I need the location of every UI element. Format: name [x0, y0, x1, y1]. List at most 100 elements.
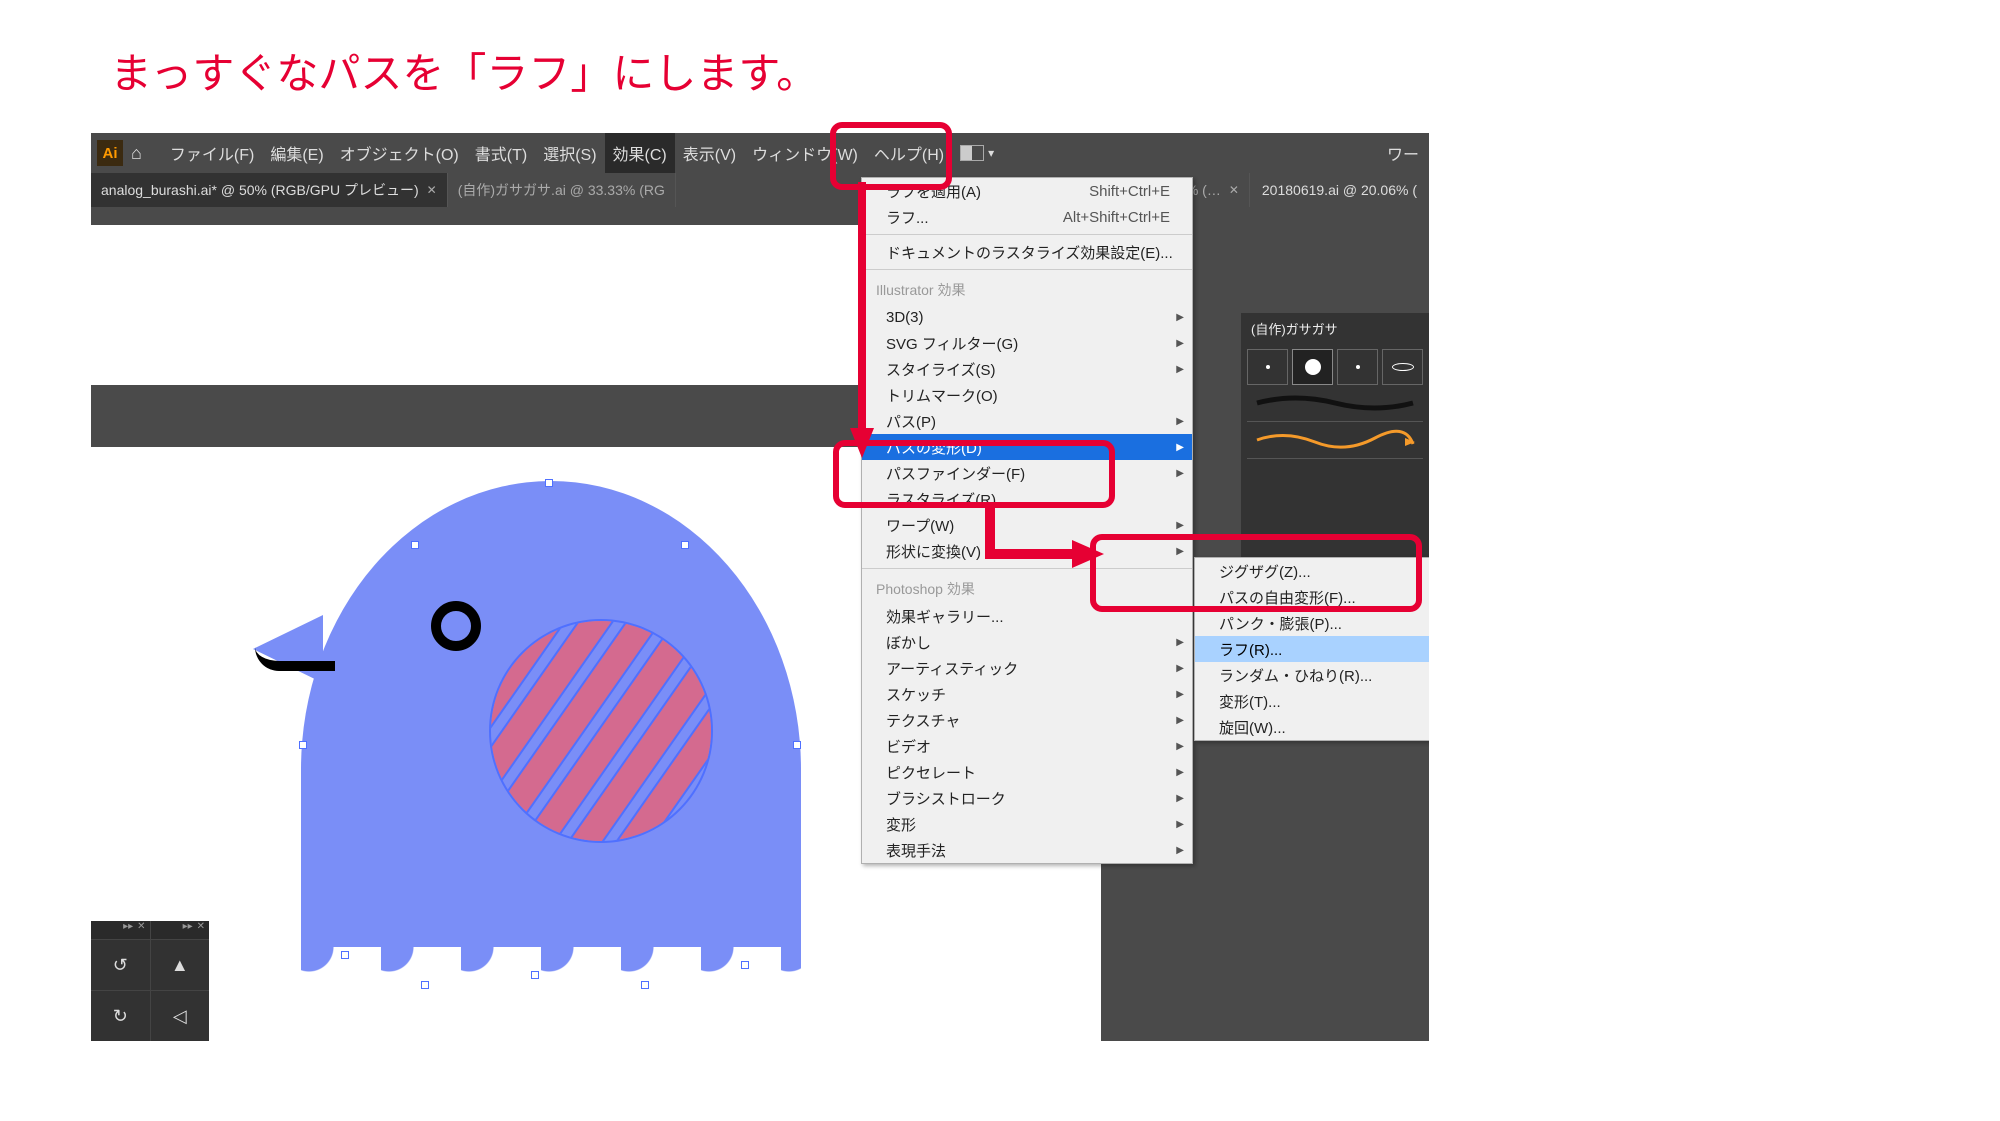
item-label: ラフ(R)...: [1219, 639, 1282, 660]
selection-tool[interactable]: ▲: [151, 939, 210, 990]
menubar: Ai ⌂ ファイル(F) 編集(E) オブジェクト(O) 書式(T) 選択(S)…: [91, 133, 1429, 173]
item-label: パスファインダー(F): [886, 463, 1025, 484]
anchor-point[interactable]: [341, 951, 349, 959]
page-caption: まっすぐなパスを「ラフ」にします。: [110, 40, 818, 101]
document-tab-active[interactable]: analog_burashi.ai* @ 50% (RGB/GPU プレビュー)…: [91, 173, 448, 207]
menu-item-distort[interactable]: 変形: [862, 811, 1192, 837]
item-label: 3D(3): [886, 309, 924, 326]
item-label: アーティスティック: [886, 658, 1018, 679]
collapse-icon[interactable]: ▸▸: [123, 921, 133, 939]
menu-effect[interactable]: 効果(C): [605, 133, 675, 173]
section-header: Photoshop 効果: [862, 573, 1192, 603]
brush-thumb[interactable]: [1292, 349, 1333, 385]
item-label: 変形(T)...: [1219, 691, 1281, 712]
menu-item-stylize-ps[interactable]: 表現手法: [862, 837, 1192, 863]
anchor-point[interactable]: [299, 741, 307, 749]
anchor-point[interactable]: [421, 981, 429, 989]
document-tab[interactable]: 20180619.ai @ 20.06% (: [1250, 173, 1429, 207]
chevron-down-icon[interactable]: ▾: [988, 146, 994, 160]
submenu-roughen[interactable]: ラフ(R)...: [1195, 636, 1429, 662]
menu-item-trim-marks[interactable]: トリムマーク(O): [862, 382, 1192, 408]
menu-window[interactable]: ウィンドウ(W): [744, 133, 866, 173]
menu-item-brushstroke[interactable]: ブラシストローク: [862, 785, 1192, 811]
close-icon[interactable]: ✕: [427, 183, 437, 197]
menu-file[interactable]: ファイル(F): [162, 133, 262, 173]
item-label: ブラシストローク: [886, 788, 1006, 809]
menu-edit[interactable]: 編集(E): [262, 133, 331, 173]
anchor-point[interactable]: [681, 541, 689, 549]
anchor-point[interactable]: [411, 541, 419, 549]
menu-item-svg-filter[interactable]: SVG フィルター(G): [862, 330, 1192, 356]
menu-item-rasterize[interactable]: ラスタライズ(R)...: [862, 486, 1192, 512]
submenu-twist[interactable]: 旋回(W)...: [1195, 714, 1429, 740]
undo-button[interactable]: ↺: [91, 939, 150, 990]
item-label: テクスチャ: [886, 710, 960, 731]
bird-illustration[interactable]: [301, 481, 801, 1001]
menu-item-distort-transform[interactable]: パスの変形(D): [862, 434, 1192, 460]
menu-type[interactable]: 書式(T): [467, 133, 535, 173]
tab-label: analog_burashi.ai* @ 50% (RGB/GPU プレビュー): [101, 180, 419, 200]
anchor-point[interactable]: [741, 961, 749, 969]
menu-item-warp[interactable]: ワープ(W): [862, 512, 1192, 538]
item-label: ドキュメントのラスタライズ効果設定(E)...: [886, 242, 1173, 263]
bird-beak-line: [255, 647, 335, 671]
submenu-free-distort[interactable]: パスの自由変形(F)...: [1195, 584, 1429, 610]
shortcut: Shift+Ctrl+E: [1089, 183, 1170, 200]
menu-help[interactable]: ヘルプ(H): [866, 133, 952, 173]
item-label: パスの自由変形(F)...: [1219, 587, 1356, 608]
item-label: ラスタライズ(R)...: [886, 489, 1009, 510]
item-label: ラフ...: [886, 207, 929, 228]
anchor-point[interactable]: [545, 479, 553, 487]
menu-object[interactable]: オブジェクト(O): [332, 133, 467, 173]
tab-label: (自作)ガサガサ.ai @ 33.33% (RG: [458, 180, 665, 200]
direct-selection-tool[interactable]: ◁: [151, 990, 210, 1041]
menu-item-sketch[interactable]: スケッチ: [862, 681, 1192, 707]
anchor-point[interactable]: [531, 971, 539, 979]
menu-item-stylize[interactable]: スタイライズ(S): [862, 356, 1192, 382]
item-label: ぼかし: [886, 632, 931, 653]
bird-body: [301, 481, 801, 1001]
home-icon[interactable]: ⌂: [131, 143, 142, 164]
panel-tab[interactable]: (自作)ガサガサ: [1241, 313, 1429, 343]
redo-button[interactable]: ↻: [91, 990, 150, 1041]
app-logo: Ai: [97, 140, 123, 166]
menu-item-artistic[interactable]: アーティスティック: [862, 655, 1192, 681]
item-label: 旋回(W)...: [1219, 717, 1286, 738]
close-icon[interactable]: ✕: [197, 921, 205, 939]
menu-item-raster-settings[interactable]: ドキュメントのラスタライズ効果設定(E)...: [862, 239, 1192, 265]
menu-item-apply-last[interactable]: ラフを適用(A) Shift+Ctrl+E: [862, 178, 1192, 204]
menu-item-pixelate[interactable]: ピクセレート: [862, 759, 1192, 785]
submenu-pucker-bloat[interactable]: パンク・膨張(P)...: [1195, 610, 1429, 636]
brush-thumbnails: [1247, 349, 1423, 385]
menu-item-blur[interactable]: ぼかし: [862, 629, 1192, 655]
anchor-point[interactable]: [641, 981, 649, 989]
brush-thumb[interactable]: [1247, 349, 1288, 385]
section-header: Illustrator 効果: [862, 274, 1192, 304]
menu-item-last-effect[interactable]: ラフ... Alt+Shift+Ctrl+E: [862, 204, 1192, 230]
menu-item-path[interactable]: パス(P): [862, 408, 1192, 434]
menu-item-effect-gallery[interactable]: 効果ギャラリー...: [862, 603, 1192, 629]
menu-select[interactable]: 選択(S): [535, 133, 604, 173]
brush-thumb[interactable]: [1382, 349, 1423, 385]
menu-item-texture[interactable]: テクスチャ: [862, 707, 1192, 733]
close-icon[interactable]: ✕: [137, 921, 145, 939]
menu-item-video[interactable]: ビデオ: [862, 733, 1192, 759]
submenu-zigzag[interactable]: ジグザグ(Z)...: [1195, 558, 1429, 584]
collapse-icon[interactable]: ▸▸: [183, 921, 193, 939]
bird-eye: [431, 601, 481, 651]
panel-header: ▸▸✕: [91, 921, 150, 939]
menu-item-convert-shape[interactable]: 形状に変換(V): [862, 538, 1192, 564]
workspace-switcher-icon[interactable]: [960, 145, 984, 161]
tab-label: 20180619.ai @ 20.06% (: [1262, 182, 1417, 198]
menu-item-3d[interactable]: 3D(3): [862, 304, 1192, 330]
brush-stroke-preview[interactable]: [1247, 385, 1423, 422]
submenu-tweak[interactable]: ランダム・ひねり(R)...: [1195, 662, 1429, 688]
menu-item-pathfinder[interactable]: パスファインダー(F): [862, 460, 1192, 486]
menu-view[interactable]: 表示(V): [675, 133, 744, 173]
anchor-point[interactable]: [793, 741, 801, 749]
submenu-transform[interactable]: 変形(T)...: [1195, 688, 1429, 714]
document-tab[interactable]: (自作)ガサガサ.ai @ 33.33% (RG: [448, 173, 676, 207]
brush-thumb[interactable]: [1337, 349, 1378, 385]
brush-stroke-preview[interactable]: [1247, 422, 1423, 459]
close-icon[interactable]: ✕: [1229, 183, 1239, 197]
